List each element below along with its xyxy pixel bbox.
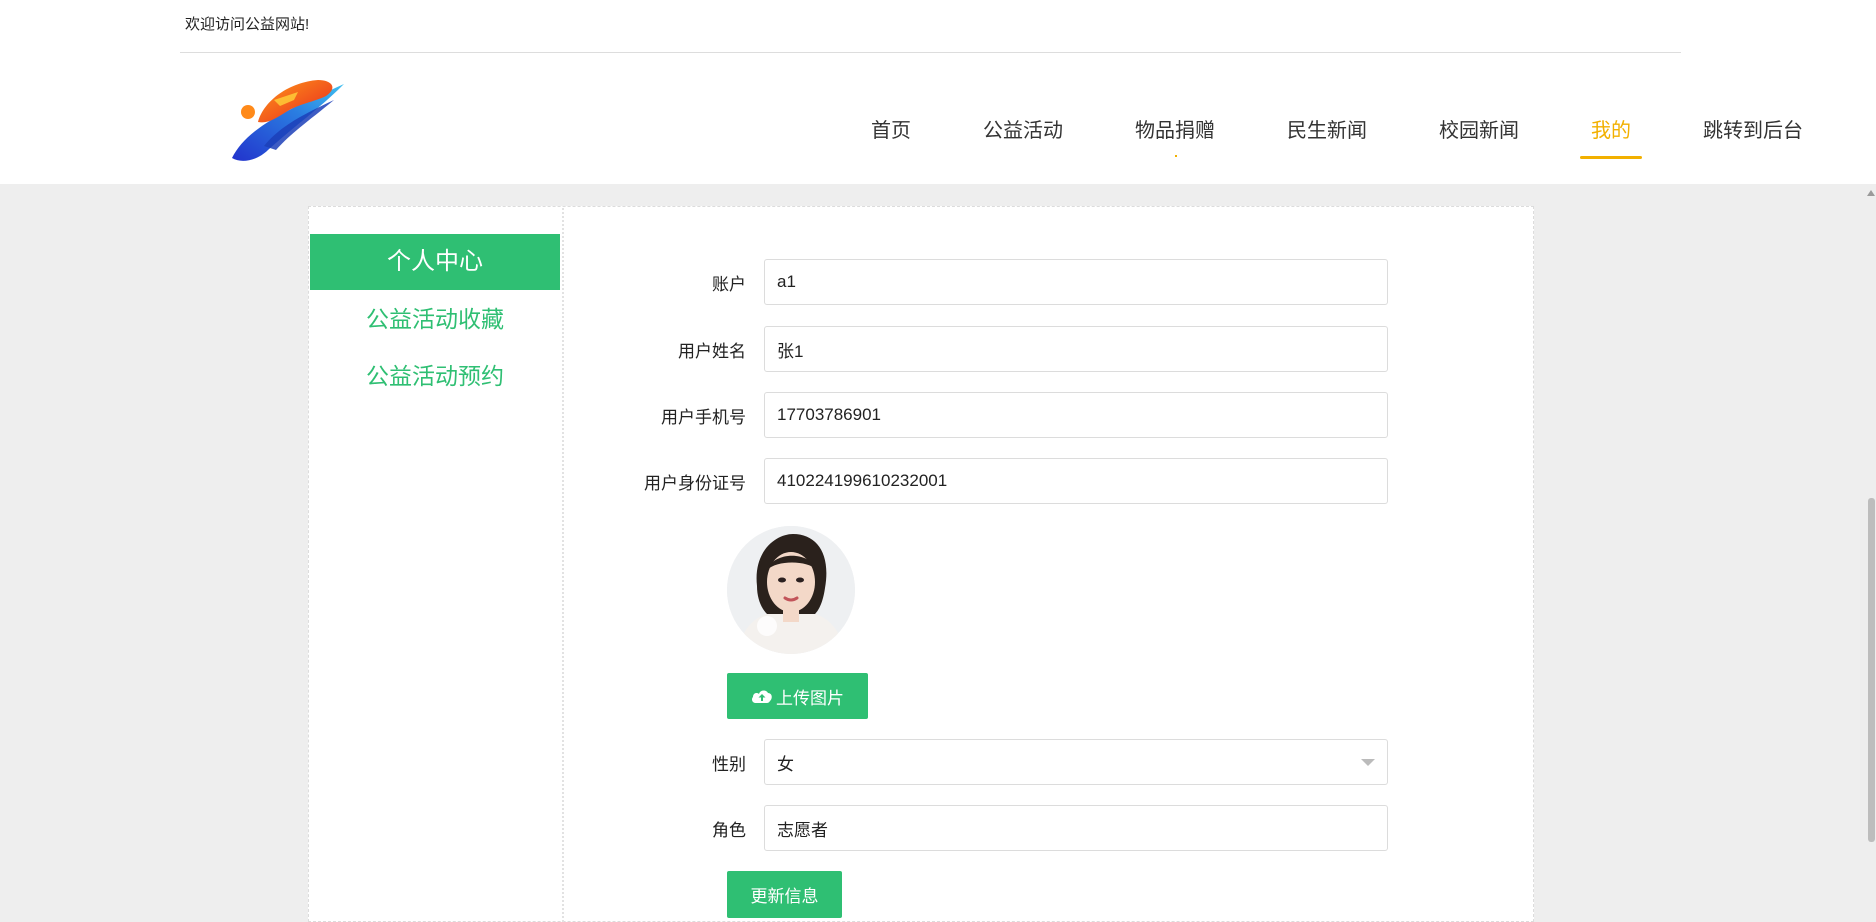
nav-home[interactable]: 首页	[860, 108, 922, 159]
form-row-idcard: 用户身份证号 410224199610232001	[600, 457, 1388, 505]
avatar-image	[727, 526, 855, 654]
account-input[interactable]: a1	[764, 259, 1388, 305]
form-row-account: 账户 a1	[600, 258, 1388, 306]
avatar	[727, 526, 855, 654]
sidebar-item-activity-reservations[interactable]: 公益活动预约	[310, 357, 560, 391]
nav-mine[interactable]: 我的	[1580, 108, 1642, 159]
scrollbar-thumb[interactable]	[1868, 498, 1875, 842]
sidebar-item-activity-favorites[interactable]: 公益活动收藏	[310, 300, 560, 334]
idcard-input[interactable]: 410224199610232001	[764, 458, 1388, 504]
scroll-up-icon[interactable]	[1867, 190, 1875, 196]
phone-label: 用户手机号	[661, 407, 746, 427]
top-header: 欢迎访问公益网站! 首页 公益活动 物品捐赠 民生新闻 校园新闻 我的 跳转到后…	[0, 0, 1876, 184]
welcome-text: 欢迎访问公益网站!	[185, 16, 310, 33]
chevron-down-icon	[1361, 758, 1375, 766]
page-scrollbar[interactable]	[1866, 184, 1876, 922]
upload-image-label: 上传图片	[776, 688, 844, 708]
header-divider	[180, 52, 1681, 53]
nav-campus-news[interactable]: 校园新闻	[1428, 108, 1530, 159]
name-input[interactable]: 张1	[764, 326, 1388, 372]
gender-select-value: 女	[777, 754, 794, 774]
nav-charity-activities[interactable]: 公益活动	[972, 108, 1074, 159]
sidebar: 个人中心 公益活动收藏 公益活动预约	[310, 208, 564, 922]
nav-livelihood-news[interactable]: 民生新闻	[1276, 108, 1378, 159]
nav-hover-dot	[1175, 155, 1177, 157]
account-label: 账户	[712, 274, 746, 294]
nav-go-to-backend[interactable]: 跳转到后台	[1692, 108, 1814, 159]
form-row-gender: 性别 女	[600, 738, 1388, 786]
name-label: 用户姓名	[678, 341, 746, 361]
idcard-label: 用户身份证号	[644, 473, 746, 493]
main-nav: 首页 公益活动 物品捐赠 民生新闻 校园新闻 我的 跳转到后台	[860, 108, 1864, 159]
role-input[interactable]: 志愿者	[764, 805, 1388, 851]
role-label: 角色	[712, 820, 746, 840]
sidebar-title-personal-center[interactable]: 个人中心	[310, 234, 560, 290]
update-info-button[interactable]: 更新信息	[727, 871, 842, 918]
form-row-phone: 用户手机号 17703786901	[600, 391, 1388, 439]
phone-input[interactable]: 17703786901	[764, 392, 1388, 438]
form-row-name: 用户姓名 张1	[600, 325, 1388, 373]
upload-image-button[interactable]: 上传图片	[727, 673, 868, 719]
cloud-upload-icon	[752, 690, 772, 703]
gender-select[interactable]: 女	[764, 739, 1388, 785]
nav-item-donation[interactable]: 物品捐赠	[1124, 108, 1226, 159]
form-row-role: 角色 志愿者	[600, 804, 1388, 852]
gender-label: 性别	[712, 754, 746, 774]
site-logo[interactable]	[228, 70, 350, 166]
nav-item-donation-label: 物品捐赠	[1135, 120, 1215, 142]
